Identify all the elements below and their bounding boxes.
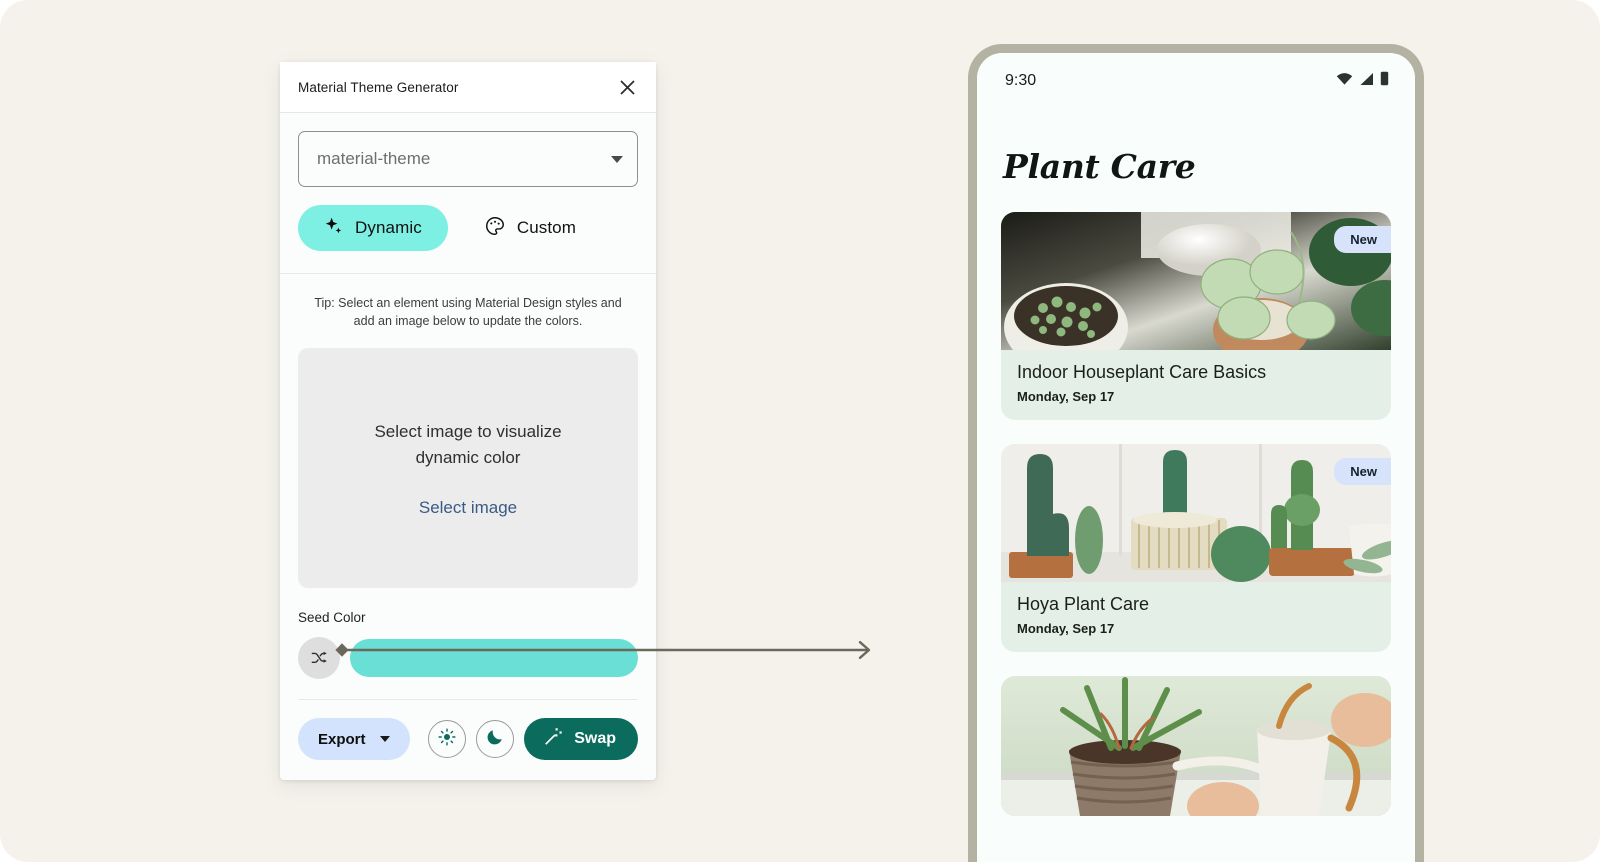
export-button-label: Export: [318, 730, 366, 748]
panel-footer: Export Swap: [280, 700, 656, 780]
status-icons: [1336, 71, 1389, 91]
watering-plant-photo: [1001, 676, 1391, 816]
seed-color-row: [298, 637, 638, 680]
seed-color-label: Seed Color: [298, 610, 366, 626]
status-badge: New: [1334, 458, 1391, 485]
wifi-icon: [1336, 72, 1353, 91]
signal-icon: [1359, 72, 1374, 91]
seed-color-swatch[interactable]: [350, 639, 638, 678]
seed-color-section: Seed Color: [298, 610, 638, 701]
tip-text: Tip: Select an element using Material De…: [314, 296, 622, 329]
dropzone-text: Select image to visualize dynamic color: [374, 421, 562, 468]
sun-icon: [437, 727, 457, 752]
status-bar: 9:30: [977, 53, 1415, 109]
palette-icon: [484, 215, 506, 242]
plugin-panel: Material Theme Generator material-theme: [280, 62, 656, 780]
list-item[interactable]: [1001, 676, 1391, 816]
status-time: 9:30: [1005, 72, 1037, 89]
phone-screen: 9:30 Plant Care New Indoor Houseplant Ca…: [977, 53, 1415, 862]
light-mode-button[interactable]: [428, 720, 467, 759]
card-body: Indoor Houseplant Care Basics Monday, Se…: [1001, 350, 1391, 420]
magic-wand-icon: [542, 726, 564, 753]
chevron-down-icon: [611, 155, 623, 163]
dark-mode-button[interactable]: [476, 720, 515, 759]
image-dropzone[interactable]: Select image to visualize dynamic color …: [298, 348, 638, 589]
page-title: Plant Care: [1003, 147, 1196, 186]
tab-custom[interactable]: Custom: [458, 205, 602, 251]
card-title: Hoya Plant Care: [1017, 594, 1150, 614]
card-date: Monday, Sep 17: [1017, 621, 1115, 636]
list-item[interactable]: New Indoor Houseplant Care Basics Monday…: [1001, 212, 1391, 420]
sparkle-icon: [324, 216, 344, 241]
export-button[interactable]: Export: [298, 718, 410, 761]
panel-main-section: Tip: Select an element using Material De…: [280, 274, 656, 701]
close-icon[interactable]: [614, 74, 640, 100]
theme-select[interactable]: material-theme: [298, 131, 638, 187]
mode-tab-row: Dynamic Custom: [298, 205, 638, 273]
status-badge: New: [1334, 226, 1391, 253]
app-canvas: Material Theme Generator material-theme: [0, 0, 1600, 862]
card-title: Indoor Houseplant Care Basics: [1017, 362, 1267, 382]
list-item[interactable]: New Hoya Plant Care Monday, Sep 17: [1001, 444, 1391, 652]
theme-select-value: material-theme: [317, 149, 431, 168]
swap-button-label: Swap: [574, 730, 616, 748]
chevron-down-icon: [379, 736, 390, 743]
cactus-shelf-photo: [1001, 444, 1391, 582]
moon-icon: [485, 727, 505, 752]
potted-succulents-photo: [1001, 212, 1391, 350]
panel-title: Material Theme Generator: [298, 79, 459, 95]
battery-icon: [1380, 71, 1389, 91]
card-date: Monday, Sep 17: [1017, 389, 1115, 404]
panel-top-section: material-theme Dynamic Custom: [280, 113, 656, 274]
swap-button[interactable]: Swap: [524, 718, 638, 761]
phone-mockup: 9:30 Plant Care New Indoor Houseplant Ca…: [968, 44, 1424, 862]
shuffle-icon[interactable]: [298, 637, 340, 680]
card-body: Hoya Plant Care Monday, Sep 17: [1001, 582, 1391, 652]
card-list: New Indoor Houseplant Care Basics Monday…: [977, 186, 1415, 816]
tab-dynamic-label: Dynamic: [355, 218, 422, 237]
tab-dynamic[interactable]: Dynamic: [298, 205, 448, 251]
select-image-link[interactable]: Select image: [419, 498, 517, 518]
panel-titlebar: Material Theme Generator: [280, 62, 656, 113]
tab-custom-label: Custom: [516, 218, 576, 237]
